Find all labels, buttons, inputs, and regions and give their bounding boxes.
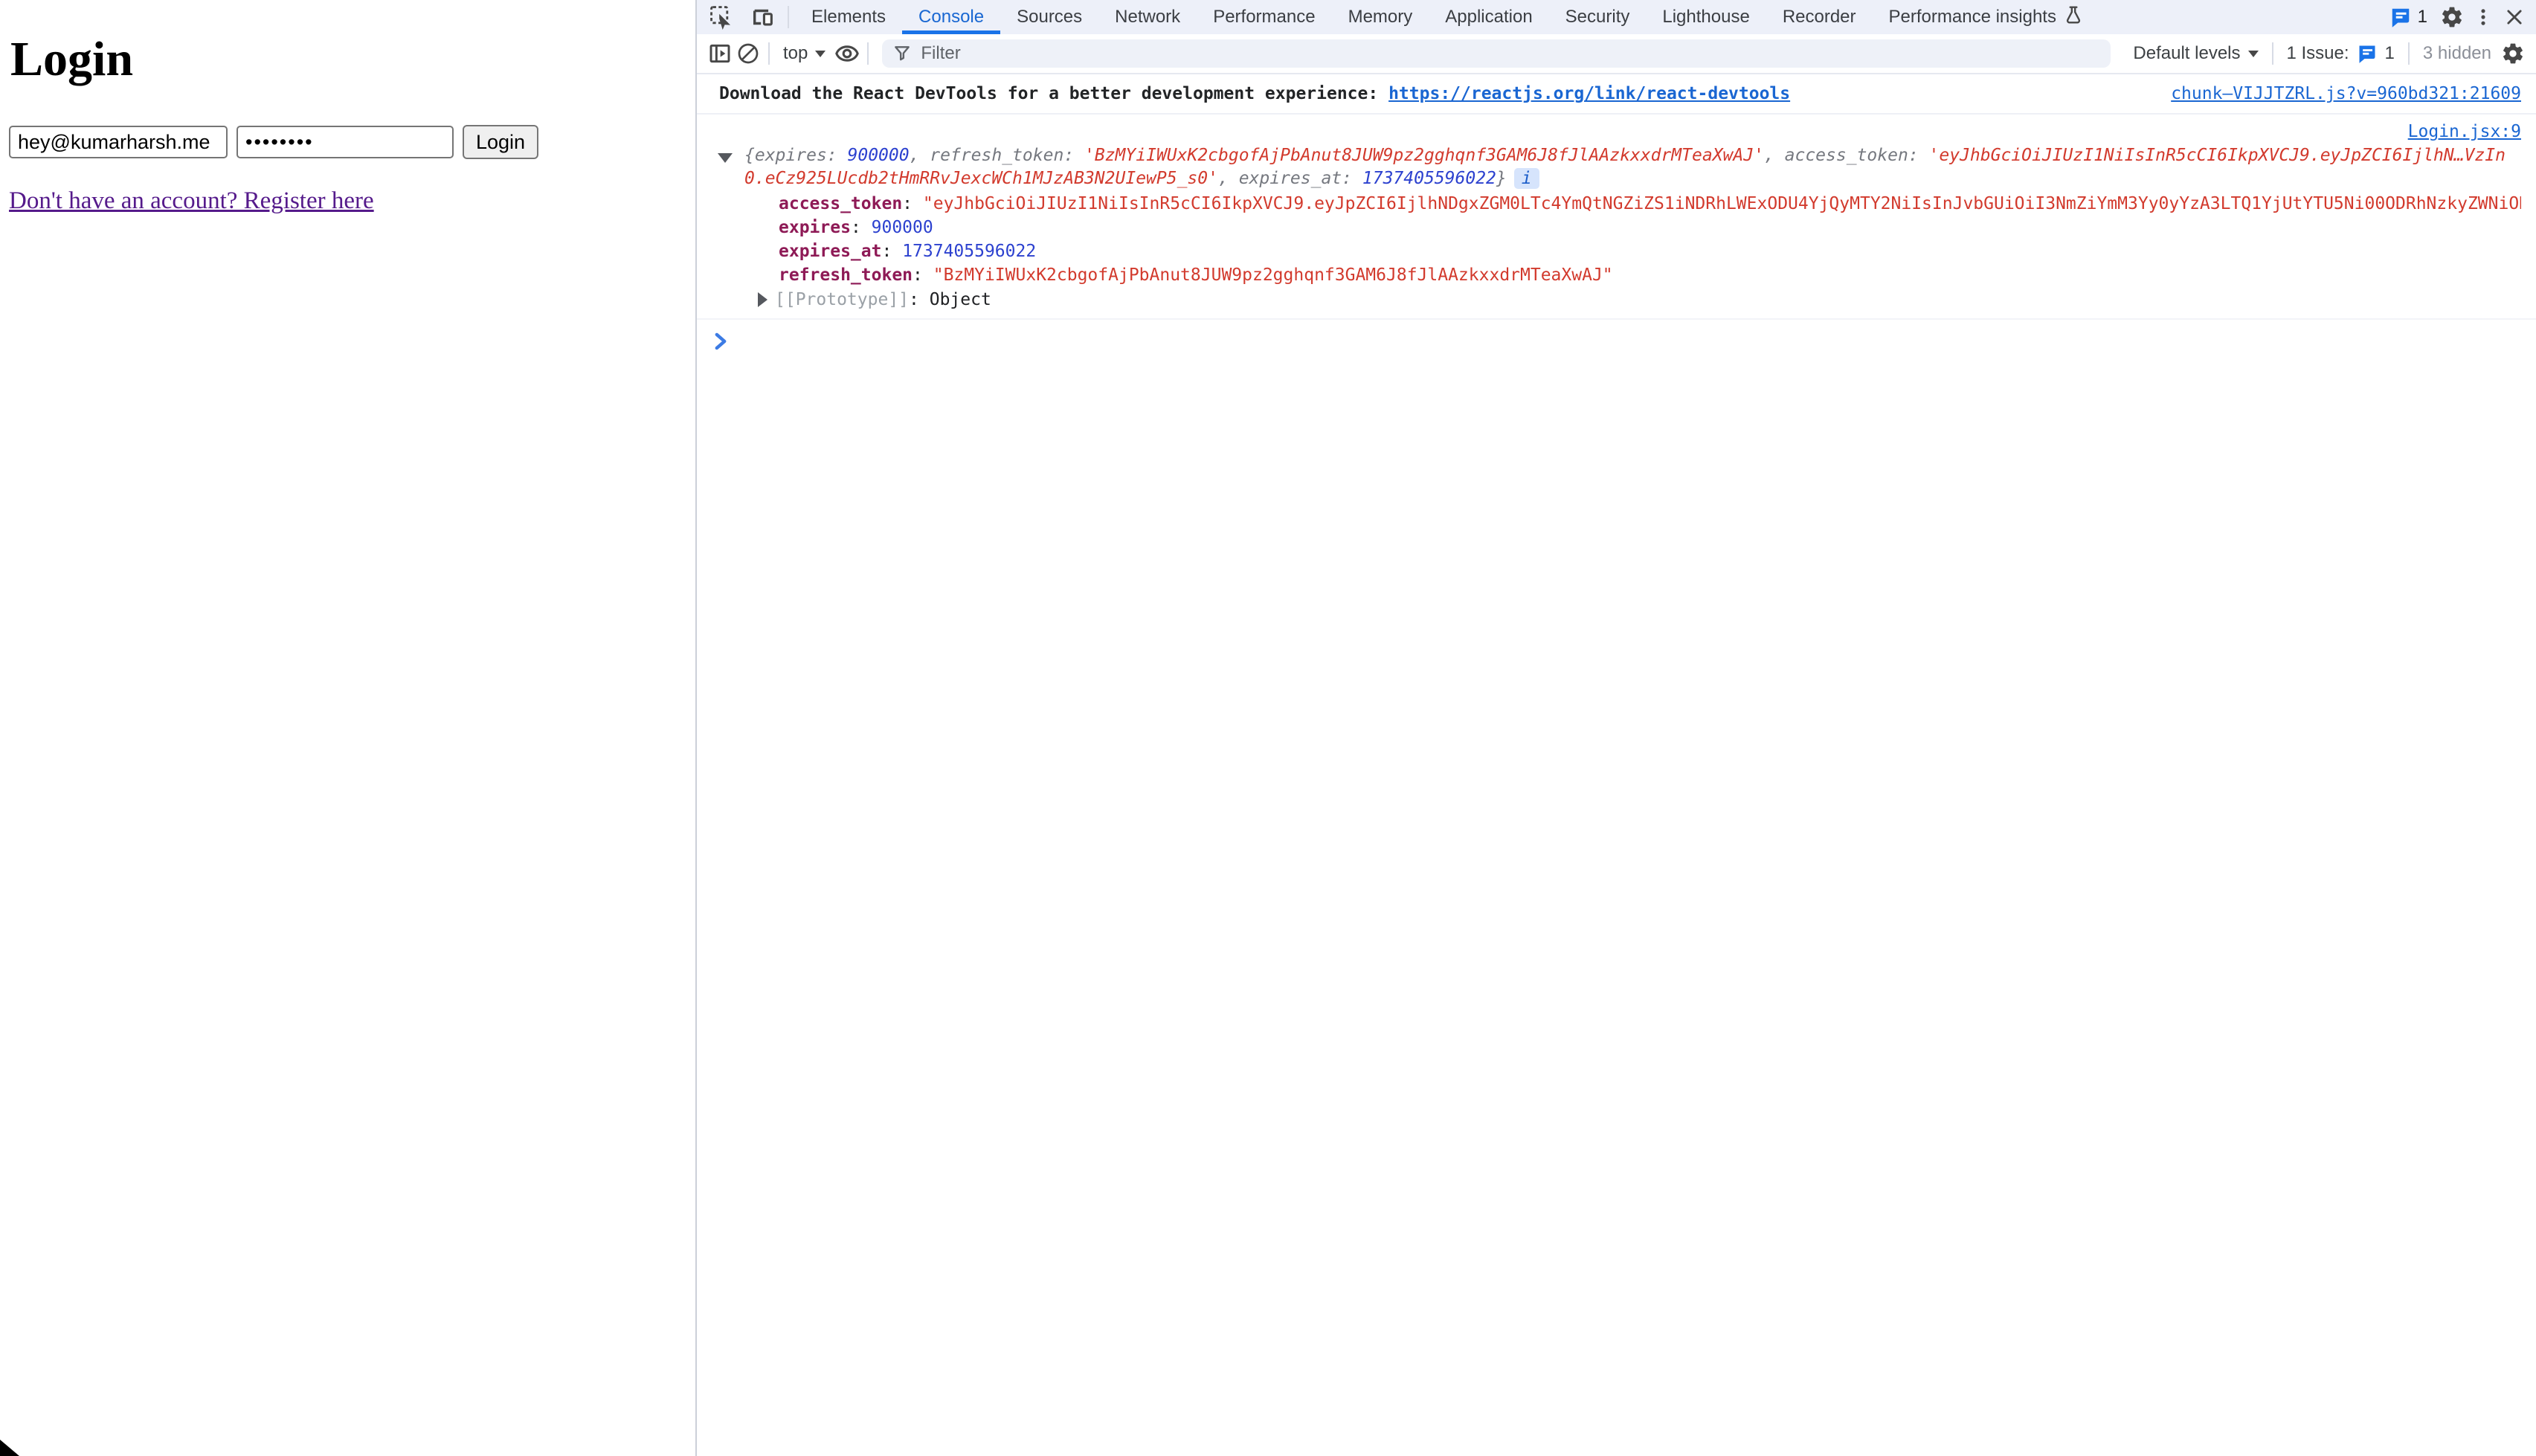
filter-funnel-icon bbox=[892, 44, 912, 63]
settings-gear-icon[interactable] bbox=[2438, 3, 2466, 31]
react-devtools-message-text: Download the React DevTools for a better… bbox=[719, 84, 1388, 103]
console-message-object-log: Login.jsx:9 {expires: 900000, refresh_to… bbox=[697, 115, 2536, 320]
console-prompt-chevron-icon bbox=[713, 332, 728, 351]
tab-network[interactable]: Network bbox=[1098, 0, 1197, 34]
login-button[interactable]: Login bbox=[463, 125, 538, 159]
page-title: Login bbox=[10, 31, 695, 88]
inspect-element-icon[interactable] bbox=[707, 3, 736, 31]
toolbar-issues[interactable]: 1 Issue: 1 bbox=[2279, 43, 2402, 64]
object-preview[interactable]: {expires: 900000, refresh_token: 'BzMYiI… bbox=[744, 144, 2521, 190]
devtools-main-icons bbox=[697, 0, 782, 34]
tab-application[interactable]: Application bbox=[1429, 0, 1548, 34]
tab-console[interactable]: Console bbox=[902, 0, 1000, 34]
console-settings-gear-icon[interactable] bbox=[2499, 39, 2527, 68]
kebab-menu-icon[interactable] bbox=[2469, 3, 2497, 31]
tab-memory[interactable]: Memory bbox=[1332, 0, 1429, 34]
property-row-access-token[interactable]: access_token: "eyJhbGciOiJIUzI1NiIsInR5c… bbox=[744, 192, 2521, 216]
console-prompt[interactable] bbox=[697, 320, 2536, 355]
source-link-login-jsx[interactable]: Login.jsx:9 bbox=[2408, 122, 2521, 141]
toolbar-divider bbox=[768, 42, 770, 65]
chevron-down-icon bbox=[2248, 51, 2259, 57]
register-link[interactable]: Don't have an account? Register here bbox=[9, 187, 374, 215]
toolbar-divider bbox=[2408, 42, 2410, 65]
toolbar-divider bbox=[2272, 42, 2273, 65]
password-field[interactable] bbox=[236, 126, 454, 158]
console-message-react-devtools: Download the React DevTools for a better… bbox=[697, 74, 2536, 115]
devtools-panel: Elements Console Sources Network Perform… bbox=[697, 0, 2536, 1456]
context-selector[interactable]: top bbox=[776, 43, 833, 64]
issues-count: 1 bbox=[2418, 7, 2427, 28]
devtools-tabbar: Elements Console Sources Network Perform… bbox=[697, 0, 2536, 34]
tab-lighthouse[interactable]: Lighthouse bbox=[1646, 0, 1766, 34]
expand-prototype-arrow[interactable] bbox=[758, 292, 767, 307]
tab-performance-insights[interactable]: Performance insights bbox=[1873, 0, 2099, 34]
mouse-cursor bbox=[0, 1440, 19, 1456]
console-sidebar-icon[interactable] bbox=[706, 39, 734, 68]
console-filter-input[interactable]: Filter bbox=[882, 39, 2111, 68]
login-form: Login bbox=[9, 125, 695, 159]
console-output: Download the React DevTools for a better… bbox=[697, 74, 2536, 1456]
filter-placeholder: Filter bbox=[921, 43, 960, 64]
source-link-chunk[interactable]: chunk–VIJJTZRL.js?v=960bd321:21609 bbox=[2141, 84, 2521, 103]
tab-performance[interactable]: Performance bbox=[1197, 0, 1331, 34]
prototype-row[interactable]: [[Prototype]]: Object bbox=[744, 287, 2521, 312]
issues-bubble-icon bbox=[2357, 43, 2378, 64]
issues-bubble-icon bbox=[2389, 6, 2412, 28]
web-page: Login Login Don't have an account? Regis… bbox=[0, 0, 697, 1456]
tab-recorder[interactable]: Recorder bbox=[1766, 0, 1873, 34]
console-toolbar: top Filter Default levels bbox=[697, 34, 2536, 74]
log-levels-selector[interactable]: Default levels bbox=[2125, 43, 2265, 64]
close-devtools-icon[interactable] bbox=[2500, 3, 2529, 31]
devtools-tabbar-right: 1 bbox=[2382, 0, 2536, 34]
device-toolbar-icon[interactable] bbox=[749, 3, 777, 31]
context-selector-label: top bbox=[783, 43, 808, 64]
flask-icon bbox=[2064, 4, 2083, 30]
clear-console-icon[interactable] bbox=[734, 39, 762, 68]
chevron-down-icon bbox=[815, 51, 826, 57]
issues-label: 1 Issue: bbox=[2287, 43, 2349, 64]
issues-counter[interactable]: 1 bbox=[2382, 6, 2435, 28]
email-field[interactable] bbox=[9, 126, 228, 158]
collapse-object-arrow[interactable] bbox=[718, 153, 733, 163]
react-devtools-link[interactable]: https://reactjs.org/link/react-devtools bbox=[1388, 84, 1790, 103]
tab-performance-insights-label: Performance insights bbox=[1889, 7, 2056, 28]
devtools-tabs: Elements Console Sources Network Perform… bbox=[795, 0, 2099, 34]
property-row-expires[interactable]: expires: 900000 bbox=[744, 216, 2521, 239]
tabbar-divider bbox=[788, 6, 789, 28]
log-levels-label: Default levels bbox=[2133, 43, 2240, 64]
info-badge-icon: i bbox=[1514, 168, 1539, 189]
live-expression-eye-icon[interactable] bbox=[833, 39, 861, 68]
property-row-refresh-token[interactable]: refresh_token: "BzMYiIWUxK2cbgofAjPbAnut… bbox=[744, 263, 2521, 287]
tab-elements[interactable]: Elements bbox=[795, 0, 902, 34]
hidden-messages-label: 3 hidden bbox=[2416, 43, 2499, 64]
tab-sources[interactable]: Sources bbox=[1000, 0, 1098, 34]
screen: Login Login Don't have an account? Regis… bbox=[0, 0, 2536, 1456]
property-row-expires-at[interactable]: expires_at: 1737405596022 bbox=[744, 239, 2521, 263]
object-properties: access_token: "eyJhbGciOiJIUzI1NiIsInR5c… bbox=[744, 192, 2521, 312]
toolbar-divider bbox=[867, 42, 869, 65]
tab-security[interactable]: Security bbox=[1549, 0, 1647, 34]
toolbar-issues-count: 1 bbox=[2385, 43, 2395, 64]
